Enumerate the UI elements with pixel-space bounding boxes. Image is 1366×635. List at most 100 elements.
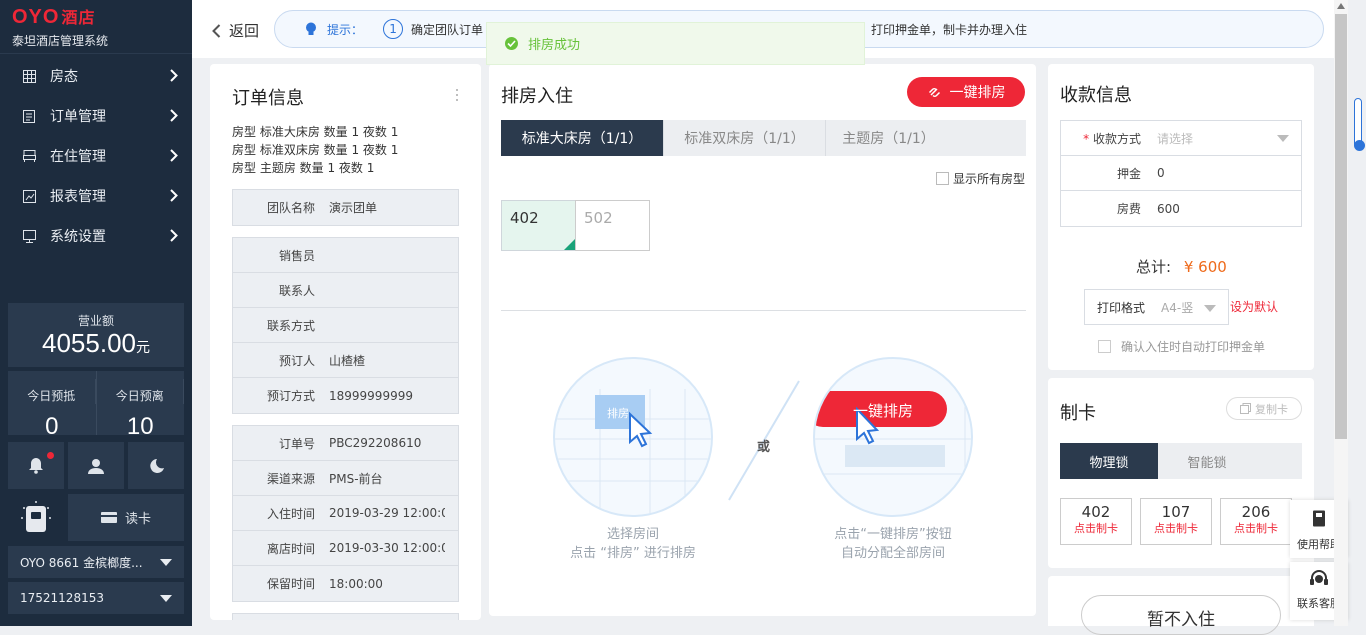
checkin-panel: 暂不入住 — [1048, 576, 1314, 635]
info-row: 订单号 PBC292208610 — [233, 426, 458, 461]
system-name: 泰坦酒店管理系统 — [12, 34, 109, 48]
logo: OYO 酒店 — [12, 6, 96, 28]
payment-panel: 收款信息 * 收款方式 请选择 押金 0 房费 600 总计: ¥ 600 打印格式… — [1048, 64, 1314, 370]
room-type-line: 房型 主题房 数量 1 夜数 1 — [232, 161, 375, 175]
dropdown-arrow-icon — [1204, 305, 1216, 312]
check-circle-icon — [505, 37, 518, 50]
tab-standard-king[interactable]: 标准大床房（1/1） — [501, 120, 664, 156]
unread-dot — [47, 452, 54, 459]
one-click-arrange-button[interactable]: 一键排房 — [907, 77, 1025, 107]
card-reader-device-icon — [8, 494, 64, 541]
dropdown-arrow-icon — [160, 595, 172, 602]
tab-physical-lock[interactable]: 物理锁 — [1060, 443, 1158, 479]
card-room-402[interactable]: 402 点击制卡 — [1060, 498, 1132, 545]
illustration-button-label: 一键排房 — [853, 402, 914, 420]
more-icon[interactable] — [455, 88, 459, 102]
room-tile[interactable]: 502 — [575, 200, 650, 251]
order-info-panel: 订单信息 房型 标准大床房 数量 1 夜数 1 房型 标准双床房 数量 1 夜数… — [210, 64, 481, 620]
dropdown-arrow-icon — [160, 559, 172, 566]
revenue-value: 4055.00元 — [42, 328, 150, 358]
room-fee-row: 房费 600 — [1116, 201, 1180, 217]
brand: OYO 酒店 泰坦酒店管理系统 — [0, 0, 192, 54]
deposit-row: 押金 0 — [1061, 156, 1301, 191]
card-making-panel: 制卡 复制卡 物理锁 智能锁 402 点击制卡 107 点击制卡 206 点击制卡 — [1048, 378, 1314, 568]
show-all-types-checkbox[interactable]: 显示所有房型 — [936, 170, 1025, 187]
total-line: 总计: ¥ 600 — [1136, 258, 1227, 276]
step-text: 打印押金单，制卡并办理入住 — [871, 22, 1028, 37]
info-row: 离店时间 2019-03-30 12:00:00 — [233, 531, 458, 566]
more-info-group — [232, 613, 459, 620]
contact-info: 销售员 联系人 联系方式 预订人 山楂楂 预订方式 18999999999 — [232, 237, 459, 414]
account-select[interactable]: 17521128153 — [8, 582, 184, 614]
room-arrange-panel: 排房入住 一键排房 标准大床房（1/1） 标准双床房（1/1） 主题房（1/1）… — [489, 64, 1036, 616]
user-icon — [88, 458, 104, 474]
thermometer-bulb-icon — [1354, 140, 1365, 151]
lightbulb-icon — [306, 22, 316, 35]
sidebar: OYO 酒店 泰坦酒店管理系统 房态 订单管理 在住管理 报表管理 系统设置 营… — [0, 0, 192, 626]
checkbox[interactable] — [936, 172, 949, 185]
set-default-link[interactable]: 设为默认 — [1230, 298, 1278, 315]
scroll-up-icon[interactable] — [1337, 3, 1345, 9]
auto-print-checkbox[interactable]: 确认入住时自动打印押金单 — [1098, 338, 1265, 355]
divider — [501, 310, 1026, 311]
scrollbar-thumb[interactable] — [1335, 14, 1347, 439]
moon-icon — [150, 458, 164, 473]
payment-method-row[interactable]: * 收款方式 请选择 — [1061, 121, 1301, 156]
dropdown-arrow-icon — [1277, 135, 1289, 142]
hotel-select[interactable]: OYO 8661 金槟榔度... — [8, 546, 184, 578]
illustration-cell-label: 排房 — [607, 407, 629, 420]
info-row: 销售员 — [233, 238, 458, 273]
card-room-206[interactable]: 206 点击制卡 — [1220, 498, 1292, 545]
info-row: 联系人 — [233, 273, 458, 308]
one-click-caption: 点击“一键排房”按钮 自动分配全部房间 — [834, 527, 952, 561]
skip-checkin-button[interactable]: 暂不入住 — [1081, 595, 1281, 635]
depart-stat[interactable]: 今日预离 10 — [97, 371, 184, 440]
nav-menu: 房态 订单管理 在住管理 报表管理 系统设置 — [0, 56, 192, 256]
room-type-tabs: 标准大床房（1/1） 标准双床房（1/1） 主题房（1/1） — [501, 120, 1026, 156]
nav-item-in-house[interactable]: 在住管理 — [0, 136, 192, 176]
card-room-107[interactable]: 107 点击制卡 — [1140, 498, 1212, 545]
payment-method-select[interactable]: 请选择 — [1157, 130, 1193, 147]
lock-type-tabs: 物理锁 智能锁 — [1060, 443, 1302, 479]
tab-theme-room[interactable]: 主题房（1/1） — [826, 120, 951, 156]
chevron-right-icon — [170, 109, 178, 122]
payment-form: * 收款方式 请选择 押金 0 房费 600 — [1060, 120, 1302, 227]
stats-panel: 营业额 4055.00元 今日预抵 0 今日预离 10 — [8, 303, 184, 440]
nav-label: 报表管理 — [50, 189, 106, 205]
nav-label: 系统设置 — [50, 229, 106, 245]
print-format-select[interactable]: 打印格式 A4-竖 — [1084, 289, 1229, 325]
select-room-caption: 选择房间 点击 “排房” 进行排房 — [570, 527, 696, 561]
copy-card-button[interactable]: 复制卡 — [1226, 397, 1302, 420]
nav-item-reports[interactable]: 报表管理 — [0, 176, 192, 216]
tab-standard-twin[interactable]: 标准双床房（1/1） — [664, 120, 826, 156]
room-type-list: 房型 标准大床房 数量 1 夜数 1 房型 标准双床房 数量 1 夜数 1 房型… — [232, 123, 398, 177]
info-row: 保留时间 18:00:00 — [266, 576, 383, 592]
user-button[interactable] — [68, 442, 124, 489]
read-card-button[interactable]: 读卡 — [68, 494, 184, 541]
grid-icon — [22, 69, 36, 83]
nav-item-room-status[interactable]: 房态 — [0, 56, 192, 96]
link-icon — [928, 87, 940, 97]
monitor-icon — [22, 229, 36, 243]
team-info: 团队名称 演示团单 — [232, 189, 459, 226]
night-mode-button[interactable] — [128, 442, 184, 489]
nav-item-orders[interactable]: 订单管理 — [0, 96, 192, 136]
nav-label: 房态 — [50, 69, 78, 85]
tab-smart-lock[interactable]: 智能锁 — [1158, 443, 1256, 479]
tip-label: 提示： — [327, 22, 364, 37]
or-label: 或 — [757, 440, 771, 455]
arrive-stat[interactable]: 今日预抵 0 — [8, 371, 97, 440]
chevron-right-icon — [170, 189, 178, 202]
bell-icon — [29, 458, 43, 474]
info-row: 预订方式 18999999999 — [266, 388, 413, 404]
back-button[interactable]: 返回 — [212, 20, 259, 41]
info-row: 预订人 山楂楂 — [233, 343, 458, 378]
copy-icon — [1240, 403, 1251, 414]
nav-item-settings[interactable]: 系统设置 — [0, 216, 192, 256]
total-value: ¥ 600 — [1183, 258, 1227, 276]
notification-button[interactable] — [8, 442, 64, 489]
nav-label: 订单管理 — [50, 109, 106, 125]
info-row: 联系方式 — [233, 308, 458, 343]
checkbox[interactable] — [1098, 340, 1111, 353]
nav-label: 在住管理 — [50, 149, 106, 165]
